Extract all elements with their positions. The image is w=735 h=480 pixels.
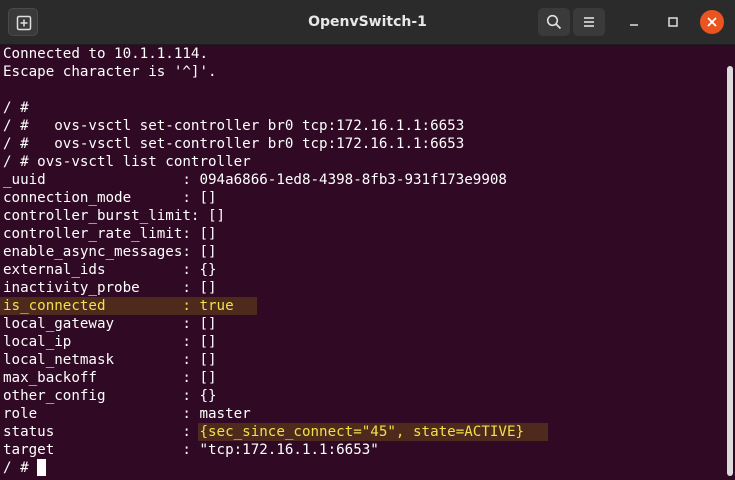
search-icon bbox=[546, 14, 562, 30]
terminal-line: inactivity_probe : [] bbox=[3, 280, 217, 296]
terminal-line: Escape character is '^]'. bbox=[3, 64, 217, 80]
terminal-line: _uuid : 094a6866-1ed8-4398-8fb3-931f173e… bbox=[3, 172, 507, 188]
close-button[interactable] bbox=[700, 10, 724, 34]
terminal-line: / # ovs-vsctl set-controller br0 tcp:172… bbox=[3, 136, 465, 152]
minimize-icon bbox=[630, 24, 638, 26]
terminal-line: max_backoff : [] bbox=[3, 370, 217, 386]
terminal-line: local_netmask : [] bbox=[3, 352, 217, 368]
terminal-line: / # bbox=[3, 100, 29, 116]
text-cursor bbox=[37, 459, 47, 476]
terminal-line: enable_async_messages: [] bbox=[3, 244, 217, 260]
terminal-line: local_gateway : [] bbox=[3, 316, 217, 332]
title-bar: OpenvSwitch-1 bbox=[0, 0, 735, 45]
terminal-line: / # ovs-vsctl set-controller br0 tcp:172… bbox=[3, 118, 465, 134]
scrollbar-thumb[interactable] bbox=[727, 66, 733, 476]
terminal-line: other_config : {} bbox=[3, 388, 217, 404]
hamburger-menu-icon bbox=[584, 17, 594, 27]
terminal-line: controller_burst_limit: [] bbox=[3, 208, 226, 224]
minimize-button[interactable] bbox=[622, 10, 646, 34]
terminal-line-status: status : {sec_since_connect="45", state=… bbox=[3, 423, 726, 441]
close-icon bbox=[707, 17, 717, 27]
terminal-line: target : "tcp:172.16.1.1:6653" bbox=[3, 442, 379, 458]
terminal-output[interactable]: Connected to 10.1.1.114. Escape characte… bbox=[0, 45, 726, 480]
scrollbar[interactable] bbox=[727, 66, 733, 476]
terminal-line: / # ovs-vsctl list controller bbox=[3, 154, 251, 170]
maximize-button[interactable] bbox=[661, 10, 685, 34]
maximize-icon bbox=[668, 17, 678, 27]
terminal-line: connection_mode : [] bbox=[3, 190, 217, 206]
terminal-line: local_ip : [] bbox=[3, 334, 217, 350]
terminal-line: Connected to 10.1.1.114. bbox=[3, 46, 208, 62]
terminal-line-highlighted: is_connected : true bbox=[0, 297, 726, 315]
menu-button[interactable] bbox=[573, 8, 605, 36]
terminal-line: role : master bbox=[3, 406, 251, 422]
terminal-line: external_ids : {} bbox=[3, 262, 217, 278]
prompt-line[interactable]: / # bbox=[3, 459, 726, 477]
terminal-line: controller_rate_limit: [] bbox=[3, 226, 217, 242]
search-button[interactable] bbox=[538, 8, 570, 36]
